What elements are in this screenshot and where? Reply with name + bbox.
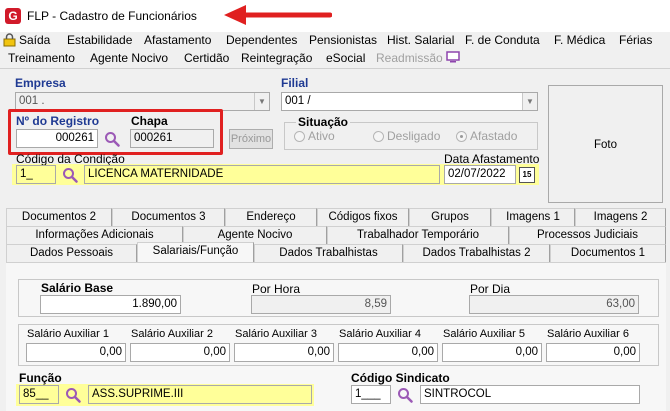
radio-afastado-dot (456, 130, 467, 142)
tab-salariais-funcao[interactable]: Salariais/Função (137, 242, 254, 263)
menu-agente-nocivo[interactable]: Agente Nocivo (90, 51, 168, 65)
aux-3-input[interactable]: 0,00 (234, 343, 334, 362)
radio-desligado-label: Desligado (387, 129, 441, 143)
tab-imagens-1[interactable]: Imagens 1 (491, 208, 575, 226)
menu-f-de-conduta[interactable]: F. de Conduta (465, 33, 540, 47)
filial-dropdown-icon[interactable]: ▼ (522, 93, 537, 110)
empresa-dropdown-icon[interactable]: ▼ (254, 93, 269, 110)
radio-afastado[interactable]: Afastado (456, 129, 517, 143)
sindicato-desc: SINTROCOL (420, 385, 640, 404)
menu-readmissao: Readmissão (376, 51, 443, 65)
monitor-icon[interactable] (446, 51, 460, 63)
tab-documentos-1[interactable]: Documentos 1 (550, 244, 666, 262)
situacao-label: Situação (296, 115, 351, 129)
menu-dependentes[interactable]: Dependentes (226, 33, 297, 47)
tab-trabalhador-temporario[interactable]: Trabalhador Temporário (327, 226, 509, 244)
funcao-label: Função (19, 371, 62, 385)
empresa-label: Empresa (15, 76, 66, 90)
red-arrow-annotation (224, 5, 332, 25)
filial-label: Filial (281, 76, 309, 90)
menu-reintegracao[interactable]: Reintegração (241, 51, 312, 65)
condicao-desc: LICENCA MATERNIDADE (84, 165, 440, 184)
condicao-search-icon[interactable] (59, 165, 81, 184)
aux-6-input[interactable]: 0,00 (546, 343, 640, 362)
menu-saida[interactable]: Saída (19, 33, 50, 47)
menu-estabilidade[interactable]: Estabilidade (67, 33, 132, 47)
highlight-box (8, 109, 223, 155)
salario-base-input[interactable]: 1.890,00 (40, 295, 181, 314)
menu-pensionistas[interactable]: Pensionistas (309, 33, 377, 47)
menu-ferias[interactable]: Férias (619, 33, 652, 47)
radio-ativo[interactable]: Ativo (294, 129, 335, 143)
aux-3-label: Salário Auxiliar 3 (235, 328, 317, 340)
tab-dados-pessoais[interactable]: Dados Pessoais (6, 244, 137, 262)
app-logo-icon: G (5, 8, 21, 24)
window-title: FLP - Cadastro de Funcionários (27, 9, 197, 23)
proximo-button[interactable]: Próximo (229, 129, 273, 149)
sindicato-label: Código Sindicato (351, 371, 450, 385)
radio-ativo-label: Ativo (308, 129, 335, 143)
tab-processos-judiciais[interactable]: Processos Judiciais (509, 226, 666, 244)
title-bar: G FLP - Cadastro de Funcionários (0, 0, 670, 32)
tab-endereco[interactable]: Endereço (225, 208, 317, 226)
aux-1-label: Salário Auxiliar 1 (27, 328, 109, 340)
aux-4-input[interactable]: 0,00 (338, 343, 438, 362)
codigo-condicao-input[interactable]: 1_ (16, 165, 56, 184)
photo-box[interactable]: Foto (548, 85, 663, 203)
radio-afastado-label: Afastado (470, 129, 518, 143)
menu-certidao[interactable]: Certidão (184, 51, 229, 65)
radio-desligado-dot (373, 130, 384, 142)
funcao-desc: ASS.SUPRIME.III (88, 385, 312, 404)
por-hora-input: 8,59 (251, 295, 391, 314)
sindicato-search-icon[interactable] (394, 385, 416, 404)
calendar-icon[interactable]: 15 (519, 167, 535, 183)
aux-5-input[interactable]: 0,00 (442, 343, 542, 362)
aux-4-label: Salário Auxiliar 4 (339, 328, 421, 340)
tab-documentos-3[interactable]: Documentos 3 (112, 208, 225, 226)
tab-codigos-fixos[interactable]: Códigos fixos (317, 208, 409, 226)
menu-bar: Saída Estabilidade Afastamento Dependent… (0, 32, 670, 68)
tab-grupos[interactable]: Grupos (409, 208, 491, 226)
lock-icon (3, 33, 16, 47)
tab-dados-trabalhistas-2[interactable]: Dados Trabalhistas 2 (403, 244, 550, 262)
menu-f-medica[interactable]: F. Médica (554, 33, 605, 47)
codigo-condicao-label: Código da Condição (16, 152, 125, 166)
data-afastamento-input[interactable]: 02/07/2022 (444, 165, 516, 184)
aux-5-label: Salário Auxiliar 5 (443, 328, 525, 340)
tab-dados-trabalhistas[interactable]: Dados Trabalhistas (254, 244, 403, 262)
empresa-value: 001 . (19, 95, 45, 107)
funcao-code-input[interactable]: 85__ (19, 385, 59, 404)
tab-imagens-2[interactable]: Imagens 2 (575, 208, 666, 226)
radio-desligado[interactable]: Desligado (373, 129, 440, 143)
radio-ativo-dot (294, 130, 305, 142)
menu-esocial[interactable]: eSocial (326, 51, 365, 65)
por-dia-label: Por Dia (470, 282, 511, 296)
menu-afastamento[interactable]: Afastamento (144, 33, 211, 47)
aux-1-input[interactable]: 0,00 (26, 343, 126, 362)
tab-documentos-2[interactable]: Documentos 2 (6, 208, 112, 226)
data-afastamento-label: Data Afastamento (444, 152, 540, 166)
funcao-search-icon[interactable] (62, 385, 84, 404)
por-hora-label: Por Hora (252, 282, 301, 296)
menu-hist-salarial[interactable]: Hist. Salarial (387, 33, 454, 47)
filial-combo[interactable]: 001 / (281, 92, 538, 111)
filial-value: 001 / (285, 95, 311, 107)
aux-6-label: Salário Auxiliar 6 (547, 328, 629, 340)
aux-2-label: Salário Auxiliar 2 (131, 328, 213, 340)
menu-treinamento[interactable]: Treinamento (8, 51, 75, 65)
por-dia-input: 63,00 (469, 295, 639, 314)
aux-2-input[interactable]: 0,00 (130, 343, 230, 362)
salario-base-label: Salário Base (41, 281, 114, 295)
sindicato-code-input[interactable]: 1___ (351, 385, 391, 404)
